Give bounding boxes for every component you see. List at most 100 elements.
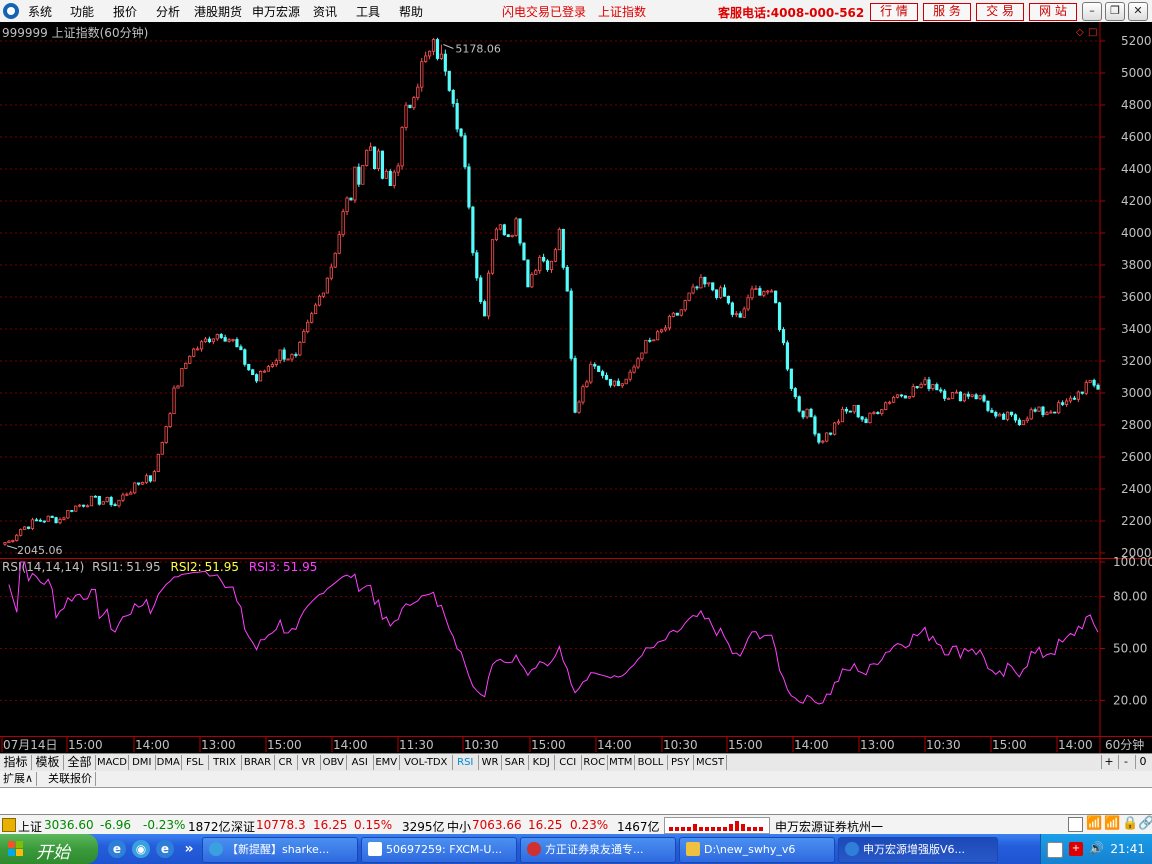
indicator-tab-rsi[interactable]: RSI — [453, 755, 479, 770]
candle-body — [416, 86, 420, 98]
menu-analysis[interactable]: 分析 — [156, 3, 180, 20]
candle-body — [542, 256, 546, 262]
start-button[interactable]: 开始 — [0, 834, 98, 864]
indicator-tab-mcst[interactable]: MCST — [694, 755, 727, 770]
candle-body — [545, 260, 550, 270]
indicator-tab-trix[interactable]: TRIX — [209, 755, 242, 770]
candle-body — [585, 381, 589, 388]
folder-icon[interactable] — [2, 818, 16, 832]
indicator-tab-obv[interactable]: OBV — [321, 755, 347, 770]
candle-body — [479, 277, 483, 303]
more-quicklaunch-icon[interactable]: » — [180, 840, 198, 858]
market-button[interactable]: 行 情 — [870, 3, 918, 21]
indicator-tab-fsl[interactable]: FSL — [182, 755, 209, 770]
candle-body — [797, 396, 801, 412]
candle-body — [459, 128, 463, 137]
ie-quicklaunch-icon[interactable]: e — [108, 840, 126, 858]
task-browser[interactable]: 【新提醒】sharke... — [202, 837, 358, 863]
indicator-tab-mtm[interactable]: MTM — [608, 755, 635, 770]
candle-body — [215, 334, 219, 340]
service-button[interactable]: 服 务 — [923, 3, 971, 21]
menu-news[interactable]: 资讯 — [313, 3, 337, 20]
menu-system[interactable]: 系统 — [28, 3, 52, 20]
lock-icon[interactable]: 🔒 — [1122, 816, 1138, 831]
trade-button[interactable]: 交 易 — [976, 3, 1024, 21]
rsi-tick-label: 50.00 — [1113, 642, 1147, 656]
indicator-tab-emv[interactable]: EMV — [374, 755, 400, 770]
connection-icon[interactable]: 🔗 — [1138, 816, 1152, 831]
chart-maximize-icon[interactable]: □ — [1088, 27, 1097, 38]
indicator-tab-wr[interactable]: WR — [479, 755, 502, 770]
stream-icon[interactable]: 📶 — [1104, 816, 1120, 831]
indicator-tab-vol-tdx[interactable]: VOL-TDX — [400, 755, 453, 770]
menu-quote[interactable]: 报价 — [113, 3, 137, 20]
task-folder[interactable]: D:\new_swhy_v6 — [679, 837, 835, 863]
indicator-tab-brar[interactable]: BRAR — [242, 755, 275, 770]
volume-tray-icon[interactable]: 🔊 — [1089, 841, 1104, 855]
minimize-icon[interactable]: – — [1082, 2, 1102, 21]
menu-swhy[interactable]: 申万宏源 — [252, 3, 300, 20]
candle-body — [549, 260, 554, 270]
menu-tools[interactable]: 工具 — [356, 3, 380, 20]
indicator-tab-vr[interactable]: VR — [298, 755, 321, 770]
browser-quicklaunch-icon[interactable]: ◉ — [132, 840, 150, 858]
indicator-tab-boll[interactable]: BOLL — [635, 755, 668, 770]
website-button[interactable]: 网 站 — [1029, 3, 1077, 21]
ie2-quicklaunch-icon[interactable]: e — [156, 840, 174, 858]
sz-index-label[interactable]: 深证 — [231, 818, 255, 835]
clock[interactable]: 21:41 — [1110, 842, 1145, 856]
zoom-in-button[interactable]: + — [1101, 755, 1116, 769]
indicator-tab-all[interactable]: 全部 — [64, 755, 96, 770]
candle-body — [180, 367, 184, 387]
indicator-tab-kdj[interactable]: KDJ — [529, 755, 555, 770]
swiss-flag-tray-icon[interactable]: + — [1069, 842, 1083, 856]
candle-body — [1002, 413, 1006, 420]
candle-body — [345, 197, 349, 213]
restore-icon[interactable]: ❐ — [1105, 2, 1125, 21]
expand-tab[interactable]: 扩展∧ — [0, 772, 38, 786]
indicator-tab-macd[interactable]: MACD — [96, 755, 129, 770]
indicator-tab-asi[interactable]: ASI — [347, 755, 374, 770]
candle-body — [565, 266, 569, 292]
candle-body — [557, 228, 561, 251]
indicator-tab-cr[interactable]: CR — [275, 755, 298, 770]
time-tick-label: 13:00 — [201, 738, 236, 752]
price-chart[interactable]: 999999 上证指数(60分钟) ◇ □ 5200 5000 4800 4600 44… — [0, 22, 1152, 753]
chart-diamond-icon[interactable]: ◇ — [1076, 27, 1084, 38]
task-fxcm[interactable]: 50697259: FXCM-U... — [361, 837, 517, 863]
candle-body — [219, 334, 223, 338]
price-tick-label: 5200 — [1121, 34, 1152, 48]
signal-icon[interactable]: 📶 — [1086, 816, 1102, 831]
indicator-tab-indicator[interactable]: 指标 — [0, 755, 32, 770]
candle-body — [899, 394, 904, 397]
candle-body — [270, 364, 274, 367]
period-label[interactable]: 60分钟 — [1105, 737, 1144, 752]
indicator-tab-dma[interactable]: DMA — [156, 755, 182, 770]
sme-index-label[interactable]: 中小 — [447, 818, 471, 835]
status-window-icon[interactable] — [1068, 817, 1083, 832]
indicator-tab-dmi[interactable]: DMI — [129, 755, 156, 770]
close-icon[interactable]: ✕ — [1128, 2, 1148, 21]
menu-function[interactable]: 功能 — [70, 3, 94, 20]
indicator-tab-sar[interactable]: SAR — [502, 755, 529, 770]
sh-index-label[interactable]: 上证 — [18, 818, 42, 835]
ime-tray-icon[interactable] — [1047, 842, 1063, 858]
reset-button[interactable]: 0 — [1135, 755, 1150, 769]
related-quotes-tab[interactable]: 关联报价 — [45, 772, 96, 786]
menu-help[interactable]: 帮助 — [399, 3, 423, 20]
task-founder[interactable]: 方正证券泉友通专... — [520, 837, 676, 863]
folder-task-icon — [686, 842, 700, 856]
indicator-tab-template[interactable]: 模板 — [32, 755, 64, 770]
zoom-out-button[interactable]: - — [1118, 755, 1133, 769]
task-swhy[interactable]: 申万宏源增强版V6... — [838, 837, 998, 863]
time-tick-label: 14:00 — [333, 738, 368, 752]
candle-body — [711, 282, 715, 291]
candle-body — [133, 482, 137, 494]
indicator-tab-roc[interactable]: ROC — [582, 755, 608, 770]
indicator-tab-psy[interactable]: PSY — [668, 755, 694, 770]
candle-body — [467, 166, 471, 208]
menu-hk-futures[interactable]: 港股期货 — [194, 3, 242, 20]
indicator-tab-cci[interactable]: CCI — [555, 755, 582, 770]
candle-body — [754, 288, 758, 290]
candle-body — [1021, 420, 1025, 426]
